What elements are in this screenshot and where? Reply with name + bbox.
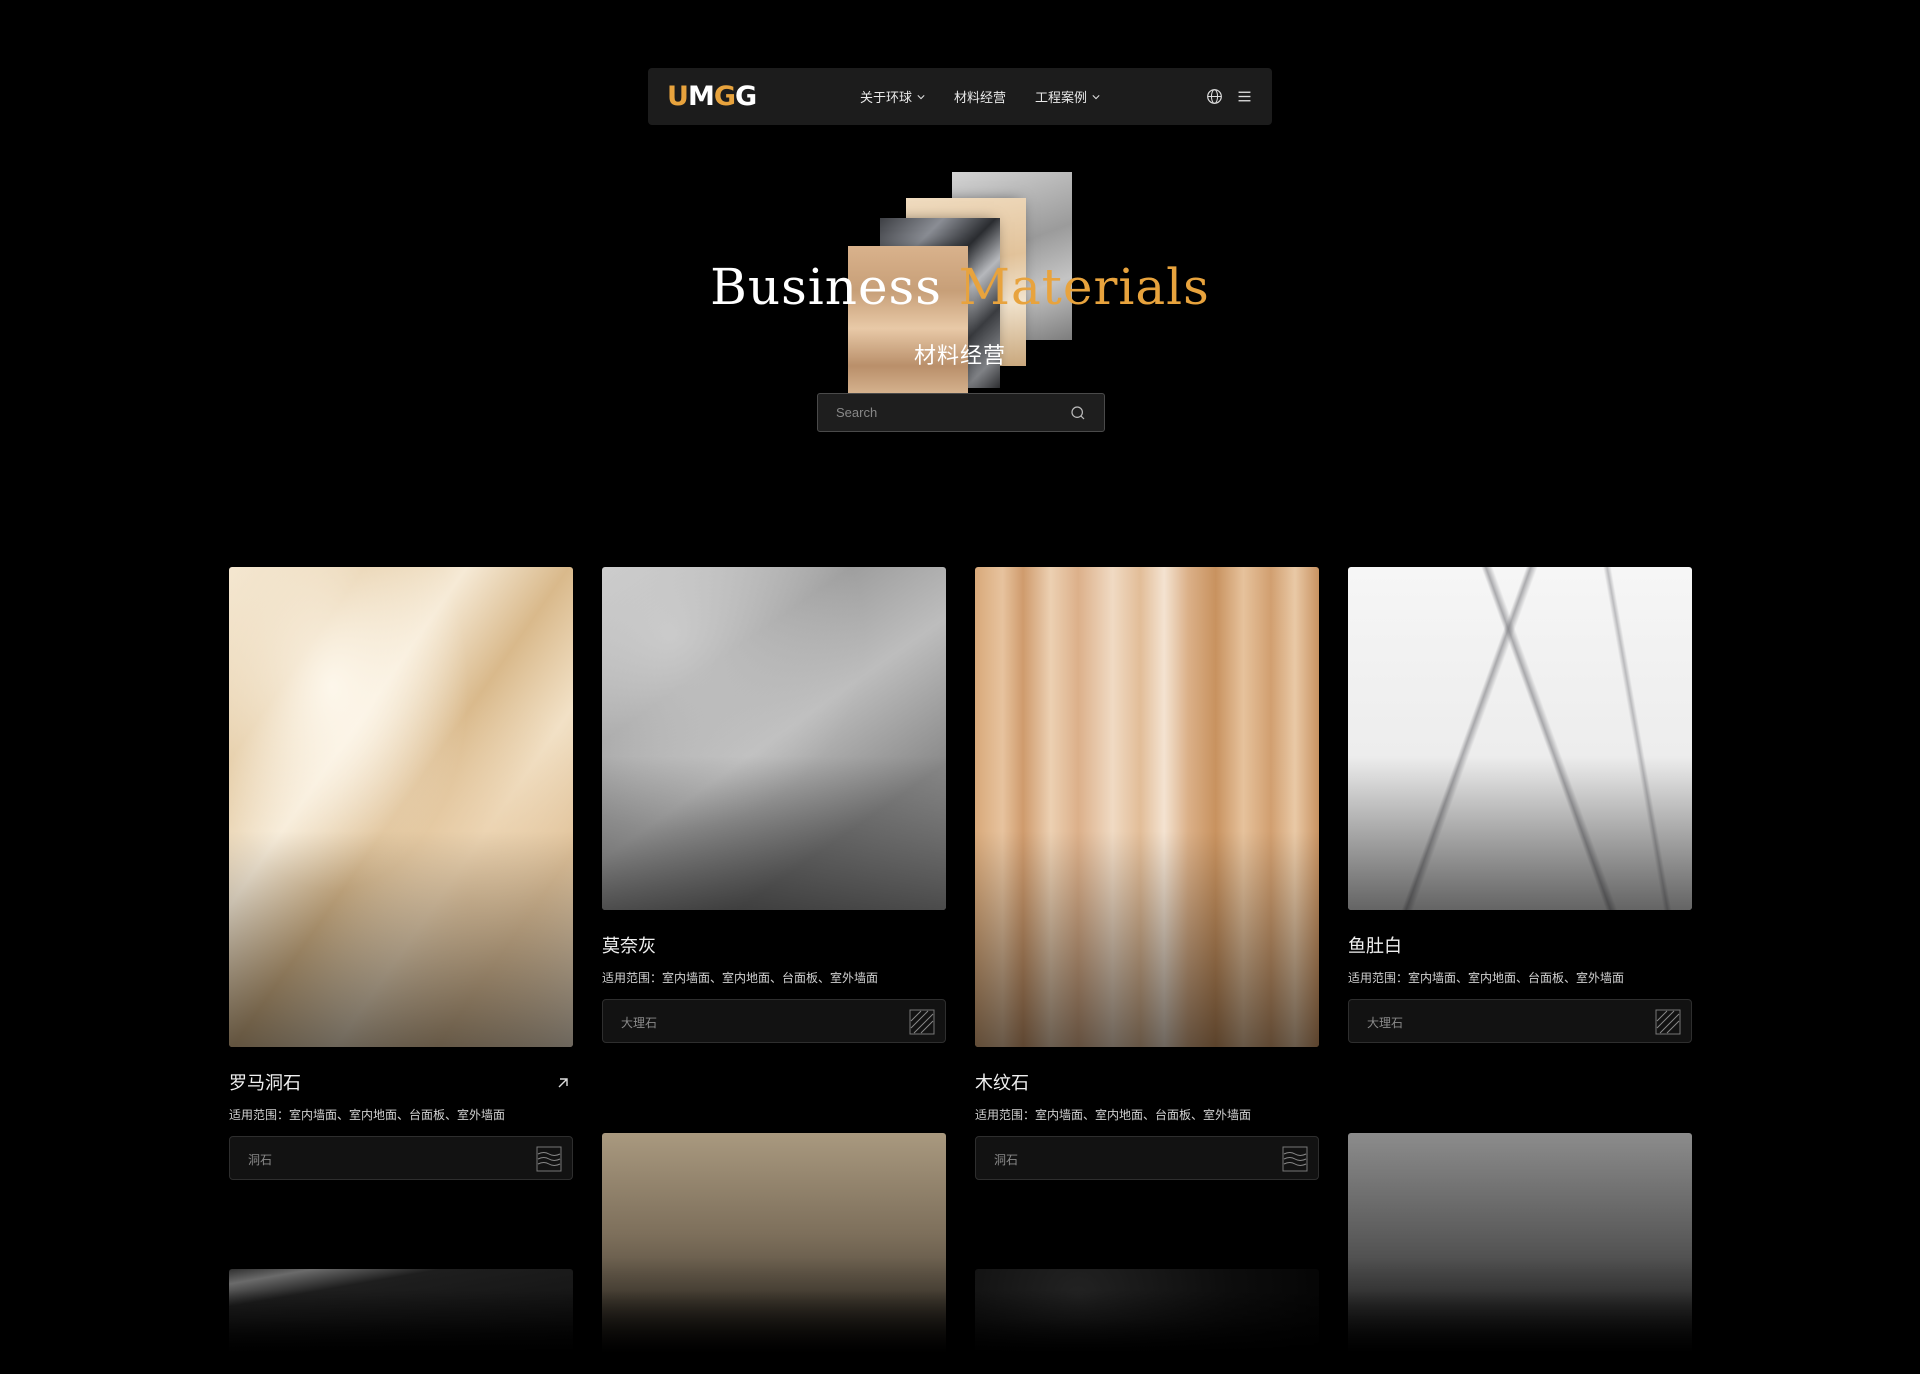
material-image[interactable] — [602, 1133, 946, 1359]
chevron-down-icon — [917, 94, 925, 99]
material-name-text: 莫奈灰 — [602, 936, 656, 957]
nav-item-label: 材料经营 — [954, 91, 1007, 106]
page-title: Business Materials — [0, 258, 1920, 316]
material-card[interactable] — [1348, 1133, 1692, 1359]
material-name: 鱼肚白 — [1348, 936, 1692, 958]
arrow-up-right-icon[interactable] — [555, 1075, 571, 1091]
material-name: 罗马洞石 — [229, 1073, 573, 1095]
material-name: 木纹石 — [975, 1073, 1319, 1095]
material-scope: 适用范围：室内墙面、室内地面、台面板、室外墙面 — [229, 1108, 506, 1122]
language-button[interactable] — [1204, 87, 1224, 107]
search-input[interactable] — [818, 394, 1058, 431]
material-scope: 适用范围：室内墙面、室内地面、台面板、室外墙面 — [975, 1108, 1252, 1122]
page-subtitle: 材料经营 — [913, 344, 1006, 369]
umgg-logo[interactable]: U M G G — [667, 81, 757, 112]
material-scope: 适用范围：室内墙面、室内地面、台面板、室外墙面 — [1348, 971, 1625, 985]
material-category-box[interactable]: 洞石 — [229, 1136, 573, 1180]
material-name-text: 木纹石 — [975, 1073, 1029, 1094]
material-name-text: 罗马洞石 — [229, 1073, 301, 1094]
title-word-business: Business — [710, 258, 942, 316]
search-bar — [817, 393, 1105, 432]
nav-item-about[interactable]: 关于环球 — [860, 87, 925, 106]
material-scope: 适用范围：室内墙面、室内地面、台面板、室外墙面 — [602, 971, 879, 985]
material-card[interactable]: 莫奈灰 适用范围：室内墙面、室内地面、台面板、室外墙面 大理石 — [602, 567, 946, 1043]
title-word-materials: Materials — [958, 258, 1210, 316]
logo-letter: G — [734, 81, 757, 112]
nav-item-cases[interactable]: 工程案例 — [1035, 87, 1100, 106]
material-category: 洞石 — [248, 1153, 273, 1167]
marble-texture-icon — [909, 1009, 935, 1035]
menu-button[interactable] — [1234, 87, 1254, 107]
material-image[interactable] — [602, 567, 946, 910]
chevron-down-icon — [1092, 94, 1100, 99]
material-category-box[interactable]: 大理石 — [602, 999, 946, 1043]
material-card[interactable] — [229, 1269, 573, 1359]
material-category: 大理石 — [1367, 1016, 1404, 1030]
material-image[interactable] — [229, 1269, 573, 1359]
material-category: 洞石 — [994, 1153, 1019, 1167]
logo-letter: M — [687, 81, 715, 112]
nav-actions — [1194, 68, 1254, 125]
material-category-box[interactable]: 洞石 — [975, 1136, 1319, 1180]
material-name-text: 鱼肚白 — [1348, 936, 1402, 957]
material-card[interactable]: 木纹石 适用范围：室内墙面、室内地面、台面板、室外墙面 洞石 — [975, 567, 1319, 1180]
material-name: 莫奈灰 — [602, 936, 946, 958]
material-category: 大理石 — [621, 1016, 658, 1030]
nav-item-materials[interactable]: 材料经营 — [954, 87, 1006, 106]
nav-item-label: 关于环球 — [860, 91, 913, 106]
logo-letter: G — [713, 81, 736, 112]
menu-icon — [1238, 91, 1250, 102]
globe-icon — [1206, 89, 1222, 104]
nav-item-label: 工程案例 — [1035, 91, 1088, 106]
material-card[interactable]: 鱼肚白 适用范围：室内墙面、室内地面、台面板、室外墙面 大理石 — [1348, 567, 1692, 1043]
travertine-texture-icon — [1282, 1146, 1308, 1172]
travertine-texture-icon — [536, 1146, 562, 1172]
search-icon[interactable] — [1070, 405, 1086, 421]
marble-texture-icon — [1655, 1009, 1681, 1035]
material-image[interactable] — [975, 1269, 1319, 1359]
material-image[interactable] — [229, 567, 573, 1047]
material-image[interactable] — [1348, 1133, 1692, 1359]
material-card[interactable] — [975, 1269, 1319, 1359]
logo-letter: U — [667, 81, 689, 112]
material-image[interactable] — [1348, 567, 1692, 910]
material-card[interactable] — [602, 1133, 946, 1359]
top-navbar: U M G G 关于环球 材料经营 工程案例 — [648, 68, 1272, 125]
material-card[interactable]: 罗马洞石 适用范围：室内墙面、室内地面、台面板、室外墙面 洞石 — [229, 567, 573, 1180]
material-image[interactable] — [975, 567, 1319, 1047]
main-nav: 关于环球 材料经营 工程案例 — [860, 68, 1129, 125]
material-category-box[interactable]: 大理石 — [1348, 999, 1692, 1043]
